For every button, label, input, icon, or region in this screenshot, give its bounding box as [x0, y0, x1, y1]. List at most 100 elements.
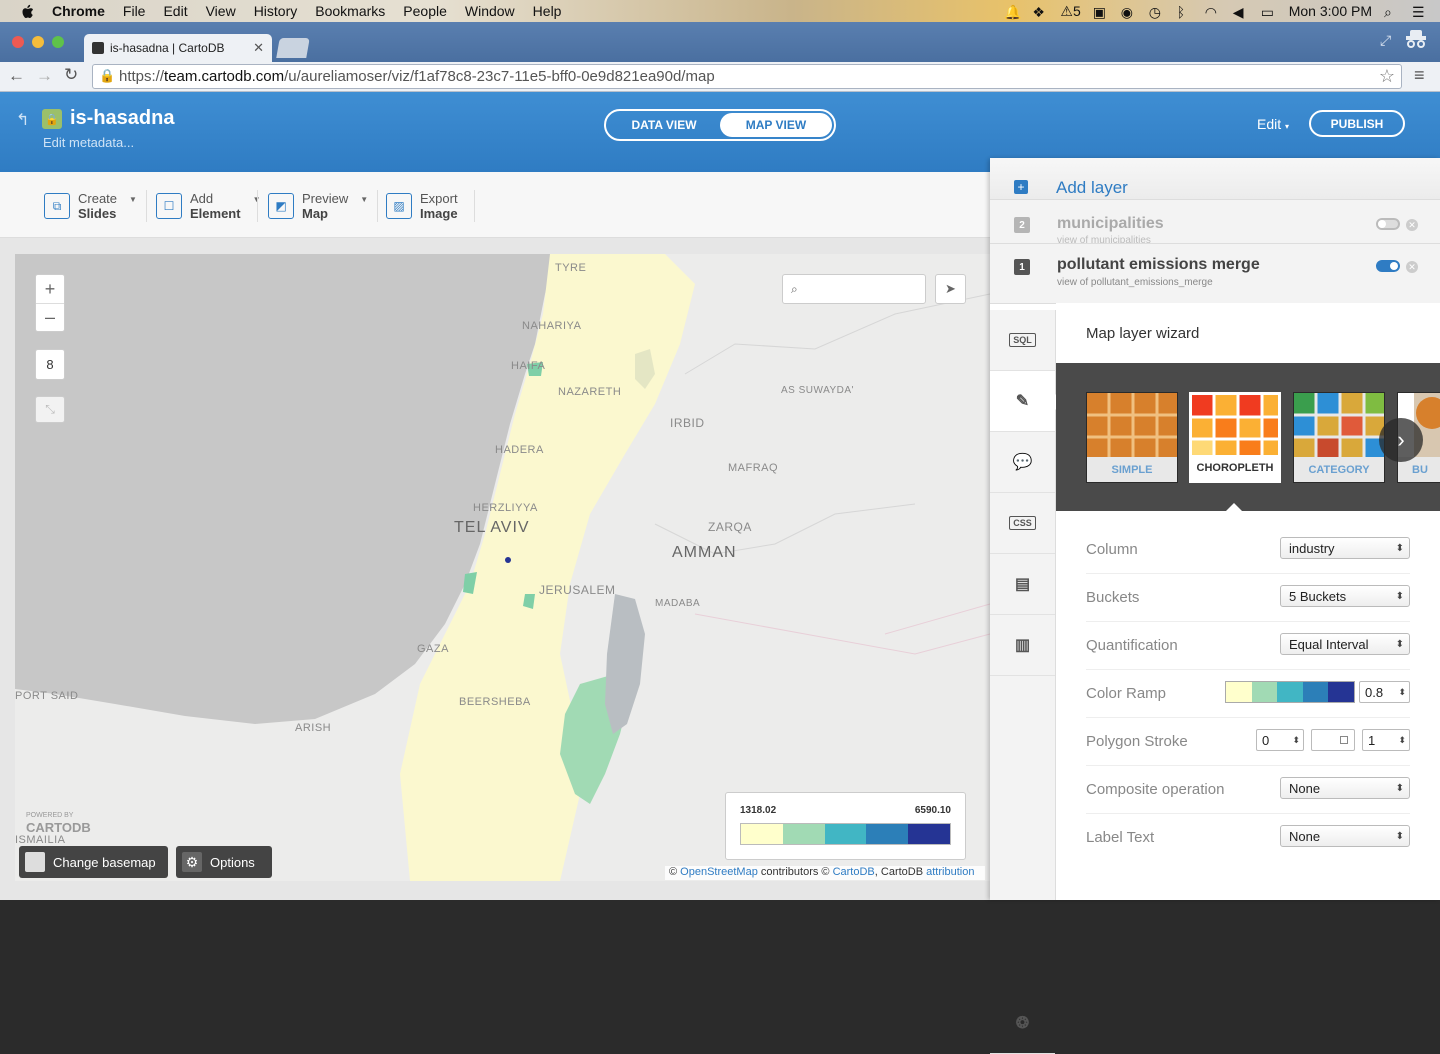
preview-map-button[interactable]: ◩ Preview Map ▼: [268, 191, 368, 221]
tab-close-icon[interactable]: ✕: [253, 40, 264, 56]
bluetooth-icon[interactable]: ᛒ: [1177, 4, 1193, 20]
zoom-in-button[interactable]: +: [45, 275, 56, 303]
apple-logo-icon[interactable]: [18, 2, 36, 20]
legend-tool-icon[interactable]: ▤: [990, 554, 1055, 615]
layer-name[interactable]: pollutant emissions merge: [1057, 256, 1260, 274]
buckets-select[interactable]: 5 Buckets: [1280, 585, 1410, 607]
remove-layer-icon[interactable]: ✕: [1406, 219, 1418, 231]
window-zoom-button[interactable]: [52, 36, 64, 48]
label-text-select[interactable]: None: [1280, 825, 1410, 847]
window-minimize-button[interactable]: [32, 36, 44, 48]
ramp-swatch: [1226, 682, 1252, 702]
incognito-profile-icon[interactable]: [1402, 28, 1430, 54]
new-tab-button[interactable]: [276, 38, 310, 58]
fullscreen-icon[interactable]: ⤢: [1380, 32, 1391, 49]
menu-view[interactable]: View: [206, 3, 236, 19]
stroke-opacity-stepper[interactable]: 1: [1362, 729, 1410, 751]
layer-visibility-toggle[interactable]: [1376, 260, 1400, 272]
menu-window[interactable]: Window: [465, 3, 515, 19]
add-element-button[interactable]: ☐ AddElement ▼: [156, 191, 261, 221]
back-arrow-icon[interactable]: ←: [8, 66, 25, 86]
layer-visibility-toggle[interactable]: [1376, 218, 1400, 230]
stroke-color-picker[interactable]: [1311, 729, 1355, 751]
reload-icon[interactable]: ↻: [64, 65, 78, 85]
publish-button[interactable]: PUBLISH: [1309, 110, 1405, 137]
map-search-input[interactable]: ⌕: [782, 274, 926, 304]
zoom-out-button[interactable]: –: [36, 303, 64, 331]
stroke-width-stepper[interactable]: 0: [1256, 729, 1304, 751]
adobe-icon[interactable]: ⚠5: [1060, 3, 1080, 20]
menubar-clock[interactable]: Mon 3:00 PM: [1289, 3, 1372, 19]
create-slides-button[interactable]: ⧉ Create Slides ▼: [44, 191, 137, 221]
menu-bookmarks[interactable]: Bookmarks: [315, 3, 385, 19]
color-ramp-picker[interactable]: [1225, 681, 1355, 703]
geolocate-send-icon[interactable]: ➤: [935, 274, 966, 304]
gear-icon: ⚙: [182, 852, 202, 872]
caret-down-icon[interactable]: ▼: [129, 195, 137, 204]
change-basemap-button[interactable]: Change basemap: [19, 846, 168, 878]
caret-down-icon[interactable]: ▼: [360, 195, 368, 204]
change-basemap-label: Change basemap: [53, 854, 156, 870]
wizard-type-simple[interactable]: SIMPLE: [1086, 392, 1178, 483]
remove-layer-icon[interactable]: ✕: [1406, 261, 1418, 273]
map-label: ISMAILIA: [15, 834, 66, 846]
fullscreen-map-icon[interactable]: ⤡: [35, 396, 65, 423]
address-bar[interactable]: 🔒 https://team.cartodb.com/u/aureliamose…: [92, 64, 1402, 89]
layer-row-pollutant-emissions[interactable]: 1 pollutant emissions merge view of poll…: [990, 244, 1440, 304]
battery-icon[interactable]: ▭: [1261, 4, 1277, 20]
map-canvas[interactable]: TYRE NAHARIYA HAIFA NAZARETH AS SUWAYDA'…: [15, 254, 990, 881]
opacity-stepper[interactable]: 0.8: [1359, 681, 1410, 703]
options-button[interactable]: ⚙ Options: [176, 846, 272, 878]
openstreetmap-link[interactable]: OpenStreetMap: [680, 866, 758, 878]
map-label: MADABA: [655, 598, 701, 609]
browser-tab[interactable]: is-hasadna | CartoDB ✕: [84, 34, 272, 62]
infowindow-tool-icon[interactable]: 💬: [990, 432, 1055, 493]
time-machine-icon[interactable]: ◷: [1149, 4, 1165, 20]
export-image-button[interactable]: ▨ Export Image: [386, 191, 458, 221]
visualization-name[interactable]: is-hasadna: [70, 107, 174, 130]
dropbox-icon[interactable]: ❖: [1032, 4, 1048, 20]
spotlight-search-icon[interactable]: ⌕: [1384, 4, 1400, 20]
menu-help[interactable]: Help: [533, 3, 562, 19]
menu-history[interactable]: History: [254, 3, 298, 19]
notification-bell-icon[interactable]: 🔔: [1004, 4, 1021, 20]
forward-arrow-icon[interactable]: →: [36, 66, 53, 86]
app-menu-chrome[interactable]: Chrome: [52, 3, 105, 19]
column-select[interactable]: industry: [1280, 537, 1410, 559]
layer-row-municipalities[interactable]: 2 municipalities view of municipalities …: [990, 200, 1440, 244]
chevron-right-icon[interactable]: ›: [1379, 418, 1423, 462]
edit-metadata-link[interactable]: Edit metadata...: [43, 135, 134, 150]
add-layer-button[interactable]: + Add layer: [990, 158, 1440, 200]
window-close-button[interactable]: [12, 36, 24, 48]
volume-icon[interactable]: ◀: [1233, 4, 1249, 20]
composite-operation-property: Composite operation None: [1086, 766, 1410, 814]
wizard-type-choropleth[interactable]: CHOROPLETH: [1189, 392, 1281, 483]
security-warning-lock-icon[interactable]: 🔒: [99, 68, 115, 84]
filters-tool-icon[interactable]: ▥: [990, 615, 1055, 676]
wifi-icon[interactable]: ◠: [1205, 4, 1221, 20]
menu-edit[interactable]: Edit: [163, 3, 187, 19]
menu-people[interactable]: People: [403, 3, 447, 19]
1password-icon[interactable]: ◉: [1121, 4, 1137, 20]
wizard-type-category[interactable]: CATEGORY: [1293, 392, 1385, 483]
tool-label-top: Export: [420, 191, 458, 206]
menu-file[interactable]: File: [123, 3, 146, 19]
chrome-menu-icon[interactable]: ≡: [1414, 65, 1425, 86]
notification-center-icon[interactable]: ☰: [1412, 4, 1428, 20]
back-to-dashboard-icon[interactable]: ↰: [16, 110, 29, 130]
attribution-link[interactable]: attribution: [926, 866, 974, 878]
wizard-tool-icon[interactable]: ✎: [990, 371, 1055, 432]
data-view-tab[interactable]: DATA VIEW: [608, 113, 720, 137]
privacy-lock-icon[interactable]: 🔒: [42, 109, 62, 129]
chat-icon[interactable]: ▣: [1093, 4, 1109, 20]
css-tool-icon[interactable]: CSS: [990, 493, 1055, 554]
edit-menu[interactable]: Edit ▾: [1257, 116, 1289, 132]
composite-operation-select[interactable]: None: [1280, 777, 1410, 799]
tooltip-tool-icon[interactable]: ❂: [990, 993, 1055, 1054]
cartodb-link[interactable]: CartoDB: [833, 866, 875, 878]
bookmark-star-icon[interactable]: ☆: [1379, 66, 1395, 87]
quantification-select[interactable]: Equal Interval: [1280, 633, 1410, 655]
map-view-tab[interactable]: MAP VIEW: [720, 113, 832, 137]
sql-tool-icon[interactable]: SQL: [990, 310, 1055, 371]
layer-name[interactable]: municipalities: [1057, 215, 1164, 233]
